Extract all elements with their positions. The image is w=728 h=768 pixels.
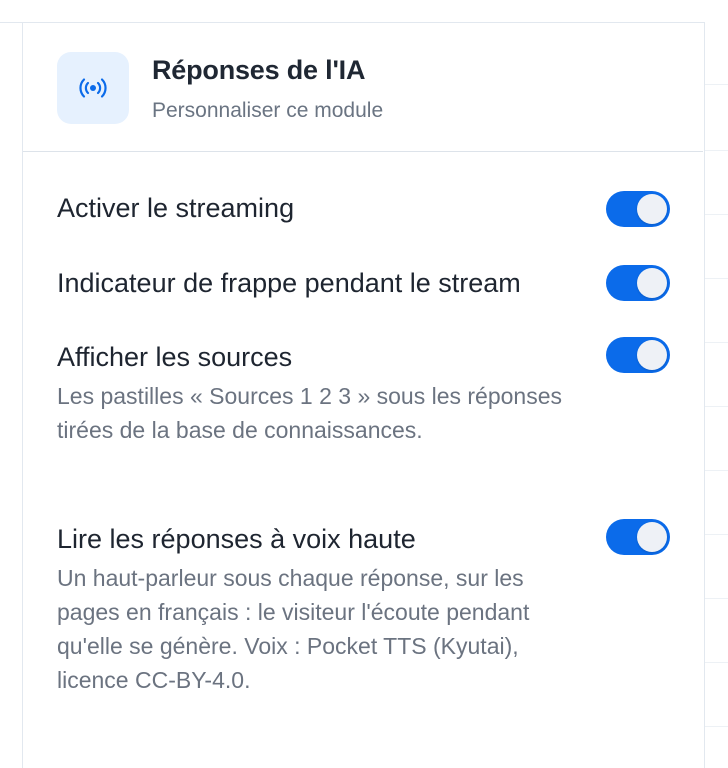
- setting-read-aloud: Lire les réponses à voix haute Un haut-p…: [57, 522, 675, 697]
- toggle-knob: [637, 194, 667, 224]
- setting-show-sources: Afficher les sources Les pastilles « Sou…: [57, 340, 675, 447]
- stage: Réponses de l'IA Personnaliser ce module…: [0, 0, 728, 768]
- setting-streaming: Activer le streaming: [57, 191, 675, 225]
- setting-description: Les pastilles « Sources 1 2 3 » sous les…: [57, 383, 563, 443]
- module-title: Réponses de l'IA: [152, 55, 366, 85]
- show-sources-toggle[interactable]: [606, 337, 670, 373]
- setting-label: Lire les réponses à voix haute: [57, 524, 416, 554]
- setting-description: Un haut-parleur sous chaque réponse, sur…: [57, 565, 530, 693]
- setting-label: Indicateur de frappe pendant le stream: [57, 268, 521, 298]
- module-settings-panel: Réponses de l'IA Personnaliser ce module…: [23, 23, 703, 768]
- toggle-knob: [637, 340, 667, 370]
- setting-label: Afficher les sources: [57, 342, 293, 372]
- setting-typing-indicator: Indicateur de frappe pendant le stream: [57, 266, 675, 300]
- module-subtitle: Personnaliser ce module: [152, 99, 384, 122]
- toggle-knob: [637, 268, 667, 298]
- read-aloud-toggle[interactable]: [606, 519, 670, 555]
- typing-indicator-toggle[interactable]: [606, 265, 670, 301]
- toggle-knob: [637, 522, 667, 552]
- broadcast-icon: [57, 52, 129, 124]
- module-header: Réponses de l'IA Personnaliser ce module: [23, 23, 703, 152]
- streaming-toggle[interactable]: [606, 191, 670, 227]
- adjacent-panel-edge: [704, 22, 728, 768]
- setting-label: Activer le streaming: [57, 193, 295, 223]
